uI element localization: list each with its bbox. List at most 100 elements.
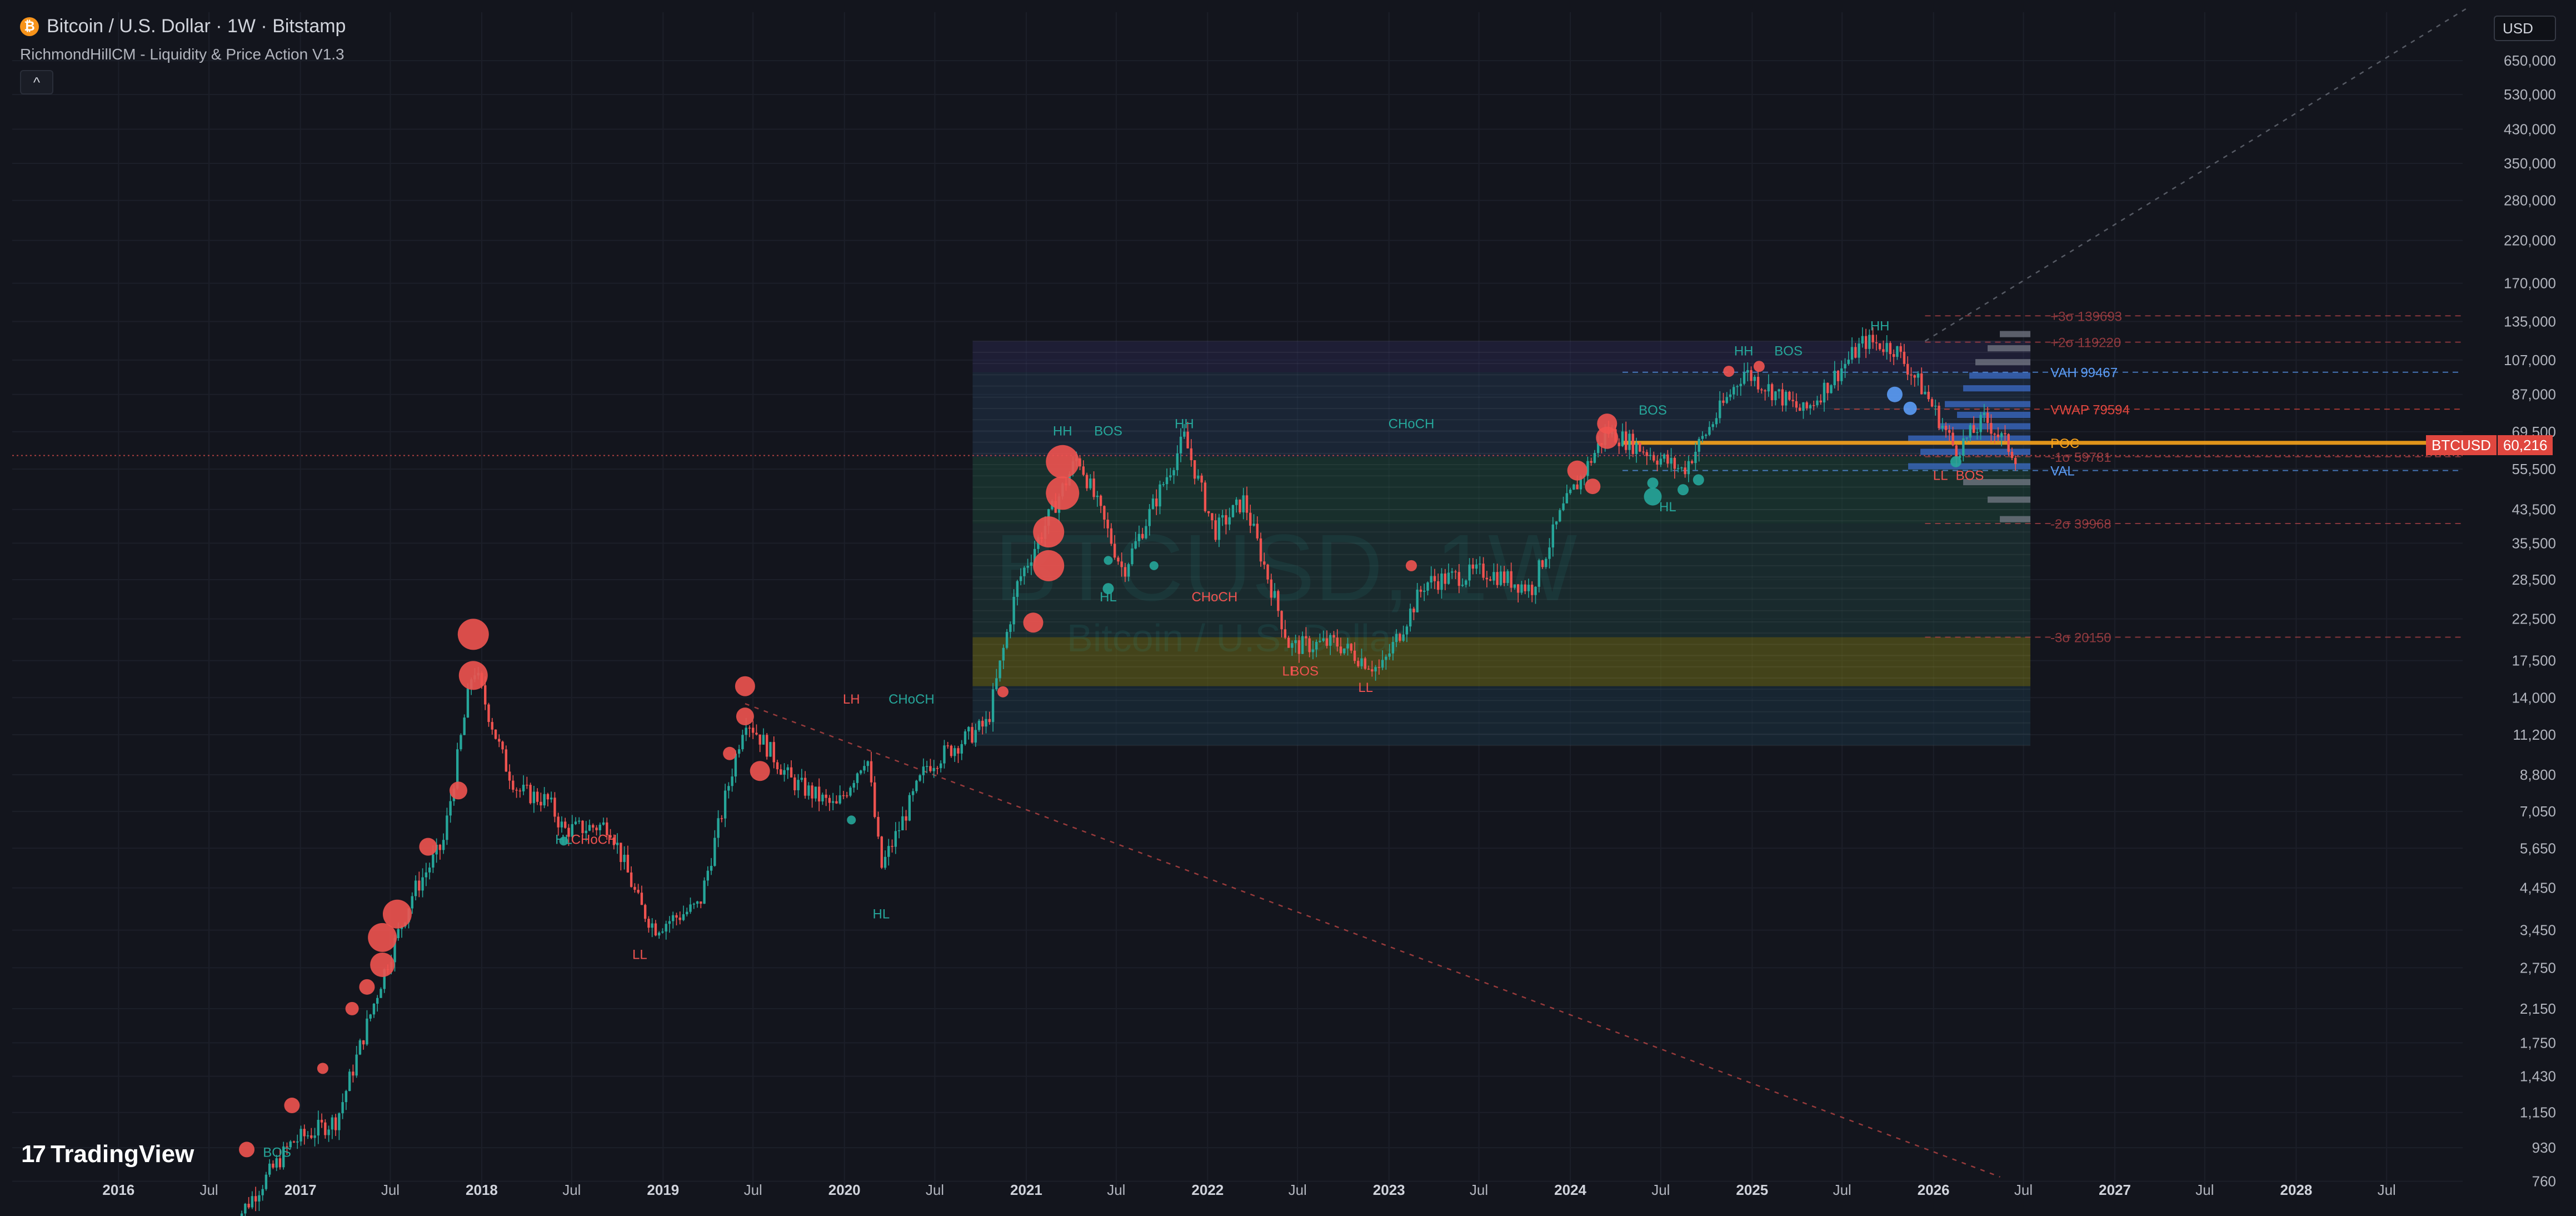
price-tick-label: 220,000 [2504,232,2556,249]
volume-profile-bar [1920,448,2031,455]
candle-body [845,795,848,796]
liquidity-bubble [359,979,375,995]
candle-body [1809,405,1812,408]
candle-body [1896,346,1899,357]
candle-body [1419,589,1422,592]
candle-body [540,801,542,806]
candle-body [897,830,901,831]
candle-body [1012,596,1015,625]
candle-body [1941,426,1944,428]
candle-body [675,915,678,918]
candle-body [1301,636,1304,654]
liquidity-bubble [449,781,467,800]
candle-body [905,816,907,821]
candle-body [883,856,887,868]
candle-body [588,825,591,831]
candle-body [1520,584,1523,593]
candle-body [1451,571,1454,573]
time-tick-label: Jul [562,1182,581,1198]
level-label: POC [2050,436,2079,451]
candle-body [1085,475,1089,489]
candle-body [971,727,974,743]
candle-body [1489,579,1492,581]
collapse-indicators-button[interactable]: ^ [20,70,53,94]
candle-body [800,778,803,780]
candle-body [1284,629,1287,638]
candle-body [397,929,400,938]
tradingview-logo-text: TradingView [50,1140,194,1168]
candle-body [1537,560,1540,587]
candle-body [292,1141,296,1143]
candle-body [1684,467,1686,475]
chart-canvas[interactable]: BTCUSD, 1W Bitcoin / U.S. Dollar +3σ 139… [0,0,2576,1216]
candle-body [1148,509,1151,526]
time-tick-label: Jul [1651,1182,1670,1198]
candle-body [1461,585,1464,586]
tradingview-logo[interactable]: 17 TradingView [21,1140,194,1168]
candle-body [1701,436,1704,439]
liquidity-bubble [1405,560,1417,571]
liquidity-bubble [847,815,856,825]
candle-body [1311,649,1315,652]
candle-body [908,795,911,821]
level-label: -2σ 39968 [2050,517,2111,532]
currency-selector[interactable]: USD [2494,16,2556,41]
candle-body [922,766,925,775]
price-tick-label: 8,800 [2520,766,2556,783]
candle-body [592,825,595,828]
candle-body [1266,564,1269,580]
candle-body [1388,653,1391,657]
candle-body [700,901,702,904]
candle-body [943,745,946,764]
candle-body [411,896,413,909]
candle-body [689,904,692,912]
candle-body [1628,433,1631,450]
structure-label: HH [1734,344,1754,359]
candle-body [963,731,967,744]
candle-body [1134,541,1137,549]
candle-body [838,795,841,804]
candle-body [491,722,493,730]
candle-body [814,786,817,799]
candle-body [1805,402,1808,408]
candle-body [1903,351,1906,364]
candle-body [936,768,939,769]
price-tick-label: 7,050 [2520,803,2556,820]
candle-body [745,727,747,735]
candle-body [1124,567,1127,577]
candle-body [1986,412,1989,423]
candle-body [1426,582,1429,591]
candle-body [932,768,935,771]
candle-body [637,889,640,893]
candle-body [1465,580,1467,585]
candle-body [1228,517,1231,525]
bitcoin-icon: ₿ [20,17,39,36]
candle-body [918,775,921,781]
candle-body [939,763,942,769]
candle-body [1016,581,1019,597]
candle-body [460,735,462,750]
liquidity-bubble [1149,561,1159,570]
candle-body [1944,426,1948,430]
candle-body [849,788,852,796]
indicator-name[interactable]: RichmondHillCM - Liquidity & Price Actio… [20,46,345,63]
candle-body [553,798,556,817]
candle-body [1499,571,1502,585]
candle-body [1715,418,1718,425]
candle-body [498,739,501,742]
candle-body [710,865,713,871]
candle-body [741,735,744,750]
symbol-title[interactable]: Bitcoin / U.S. Dollar · 1W · Bitstamp [47,16,346,37]
candle-body [1496,572,1499,585]
candle-body [1844,363,1846,368]
symbol-header[interactable]: ₿ Bitcoin / U.S. Dollar · 1W · Bitstamp [20,16,346,37]
time-tick-label: Jul [744,1182,762,1198]
candle-body [1813,405,1815,406]
time-tick-label: Jul [1470,1182,1488,1198]
candle-body [1833,371,1836,386]
candle-body [1673,457,1676,469]
liquidity-bubble [1046,445,1080,479]
candle-body [668,921,671,924]
structure-label: BOS [1774,344,1803,359]
candle-body [731,776,733,786]
